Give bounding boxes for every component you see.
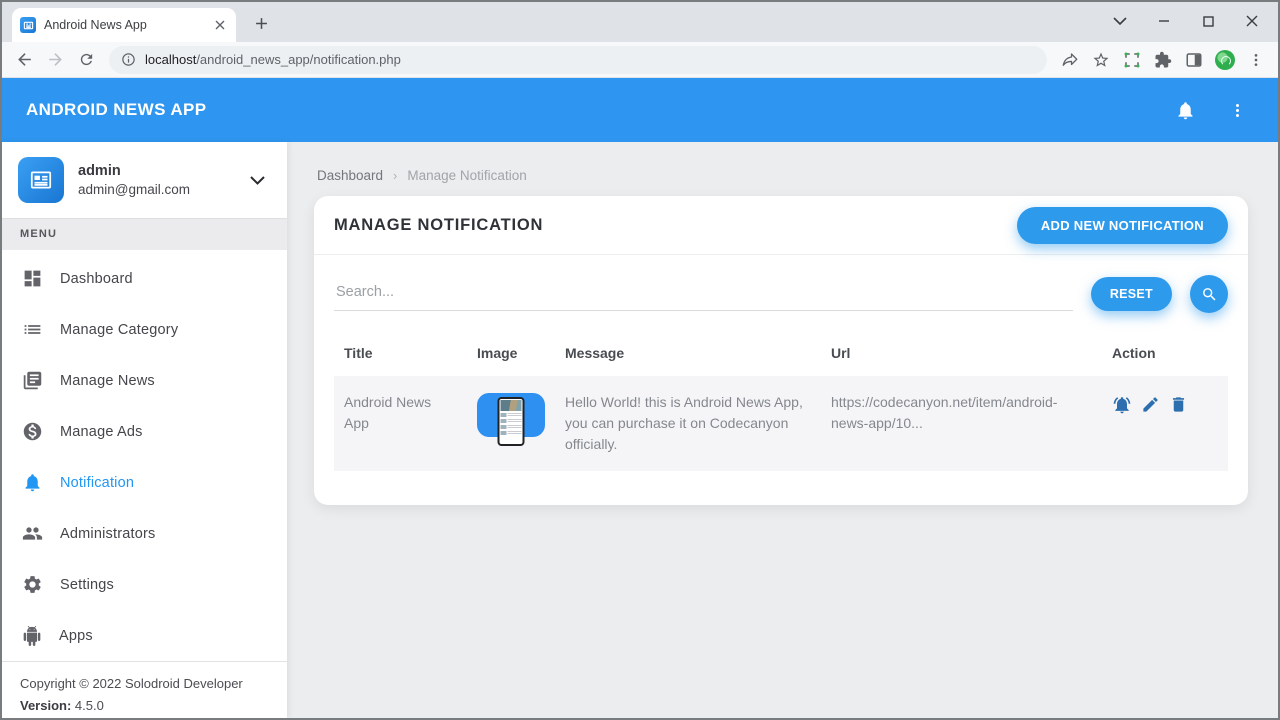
column-message: Message xyxy=(565,345,625,361)
newspaper-avatar-icon xyxy=(18,157,64,203)
sidebar-item-dashboard[interactable]: Dashboard xyxy=(2,253,287,304)
bookmark-star-icon[interactable] xyxy=(1086,45,1115,74)
delete-icon[interactable] xyxy=(1169,395,1188,414)
sidebar-menu: Dashboard Manage Category Manage News Ma… xyxy=(2,250,287,661)
search-input[interactable] xyxy=(334,277,1073,311)
copyright-text: Copyright © 2022 Solodroid Developer xyxy=(20,676,243,691)
table-row: Android News App Hello World! this is An… xyxy=(334,376,1228,471)
search-icon xyxy=(1202,287,1216,301)
android-icon xyxy=(23,625,41,646)
browser-toolbar: localhost/android_news_app/notification.… xyxy=(2,42,1278,78)
reset-button[interactable]: RESET xyxy=(1090,277,1172,311)
breadcrumb-dashboard[interactable]: Dashboard xyxy=(317,168,383,183)
sidebar-item-notification[interactable]: Notification xyxy=(2,457,287,508)
sidebar-item-administrators[interactable]: Administrators xyxy=(2,508,287,559)
add-new-notification-button[interactable]: ADD NEW NOTIFICATION xyxy=(1016,206,1228,244)
people-icon xyxy=(22,527,43,540)
window-close-icon[interactable] xyxy=(1230,2,1274,40)
bell-icon xyxy=(25,474,40,492)
browser-tab[interactable]: Android News App xyxy=(12,8,236,42)
table-header-row: Title Image Message Url Action xyxy=(334,331,1228,376)
newspaper-favicon-icon xyxy=(20,17,36,33)
sidebar-item-settings[interactable]: Settings xyxy=(2,559,287,610)
profile-email: admin@gmail.com xyxy=(78,182,190,197)
breadcrumb-current: Manage Notification xyxy=(407,168,527,183)
sidebar-item-apps[interactable]: Apps xyxy=(2,610,287,661)
forward-icon[interactable] xyxy=(41,45,70,74)
tab-title: Android News App xyxy=(44,18,147,32)
extensions-puzzle-icon[interactable] xyxy=(1148,45,1177,74)
app-menu-dots-icon[interactable] xyxy=(1220,93,1254,127)
url-path: /android_news_app/notification.php xyxy=(196,52,401,67)
page-info-icon[interactable] xyxy=(121,52,136,67)
browser-menu-icon[interactable] xyxy=(1241,45,1270,74)
search-button[interactable] xyxy=(1190,275,1228,313)
sidebar: admin admin@gmail.com MENU Dashboard Man… xyxy=(2,142,287,718)
url-host: localhost xyxy=(145,52,197,67)
card-header: MANAGE NOTIFICATION ADD NEW NOTIFICATION xyxy=(314,196,1248,255)
phone-screenshot xyxy=(497,397,525,446)
column-action: Action xyxy=(1112,345,1156,361)
cell-url: https://codecanyon.net/item/android-news… xyxy=(831,394,1058,431)
cell-actions xyxy=(1102,376,1228,471)
send-notification-icon[interactable] xyxy=(1112,395,1132,415)
cell-title: Android News App xyxy=(344,394,432,431)
window-controls xyxy=(1098,2,1274,40)
notifications-table: Title Image Message Url Action Android N… xyxy=(314,331,1248,505)
sidebar-item-manage-ads[interactable]: Manage Ads xyxy=(2,406,287,457)
window-minimize-icon[interactable] xyxy=(1142,2,1186,40)
edit-icon[interactable] xyxy=(1141,395,1160,414)
back-icon[interactable] xyxy=(10,45,39,74)
gear-icon xyxy=(24,576,41,593)
tab-close-icon[interactable] xyxy=(211,17,228,34)
reload-icon[interactable] xyxy=(72,45,101,74)
menu-section-label: MENU xyxy=(2,218,287,250)
notification-image xyxy=(477,393,545,446)
android-extension-icon[interactable] xyxy=(1210,45,1239,74)
browser-window: Android News App localhost/android_news_… xyxy=(0,0,1280,720)
sidebar-item-manage-news[interactable]: Manage News xyxy=(2,355,287,406)
profile-info: admin admin@gmail.com xyxy=(78,163,190,197)
cell-message: Hello World! this is Android News App, y… xyxy=(565,394,803,452)
new-tab-button[interactable] xyxy=(248,10,274,36)
sidebar-footer: Copyright © 2022 Solodroid Developer Ver… xyxy=(2,661,287,718)
sidebar-item-manage-category[interactable]: Manage Category xyxy=(2,304,287,355)
manage-notification-card: MANAGE NOTIFICATION ADD NEW NOTIFICATION… xyxy=(314,196,1248,505)
app-header: ANDROID NEWS APP xyxy=(2,78,1278,142)
column-title: Title xyxy=(344,345,373,361)
breadcrumb-separator-icon: › xyxy=(393,168,398,183)
side-panel-icon[interactable] xyxy=(1179,45,1208,74)
screenshot-extension-icon[interactable] xyxy=(1117,45,1146,74)
list-icon xyxy=(24,325,41,334)
notifications-bell-icon[interactable] xyxy=(1168,93,1202,127)
main-content: Dashboard › Manage Notification MANAGE N… xyxy=(287,142,1278,718)
app-title: ANDROID NEWS APP xyxy=(26,100,207,119)
news-icon xyxy=(23,371,42,390)
column-url: Url xyxy=(831,345,851,361)
tab-strip: Android News App xyxy=(2,2,1278,42)
cell-image xyxy=(467,376,555,471)
profile-name: admin xyxy=(78,163,121,179)
profile-dropdown[interactable]: admin admin@gmail.com xyxy=(2,142,287,218)
breadcrumb: Dashboard › Manage Notification xyxy=(314,168,1248,183)
money-icon xyxy=(23,422,42,441)
page-title: MANAGE NOTIFICATION xyxy=(334,215,544,234)
chevron-down-icon[interactable] xyxy=(250,175,271,185)
url-bar[interactable]: localhost/android_news_app/notification.… xyxy=(109,45,1047,74)
search-row: RESET xyxy=(314,255,1248,315)
url-text: localhost/android_news_app/notification.… xyxy=(145,52,401,67)
version-text: Version: 4.5.0 xyxy=(20,698,104,714)
window-maximize-icon[interactable] xyxy=(1186,2,1230,40)
window-hide-toolbar-icon[interactable] xyxy=(1098,2,1142,40)
column-image: Image xyxy=(477,345,518,361)
share-icon[interactable] xyxy=(1055,45,1084,74)
dashboard-icon xyxy=(24,270,41,287)
